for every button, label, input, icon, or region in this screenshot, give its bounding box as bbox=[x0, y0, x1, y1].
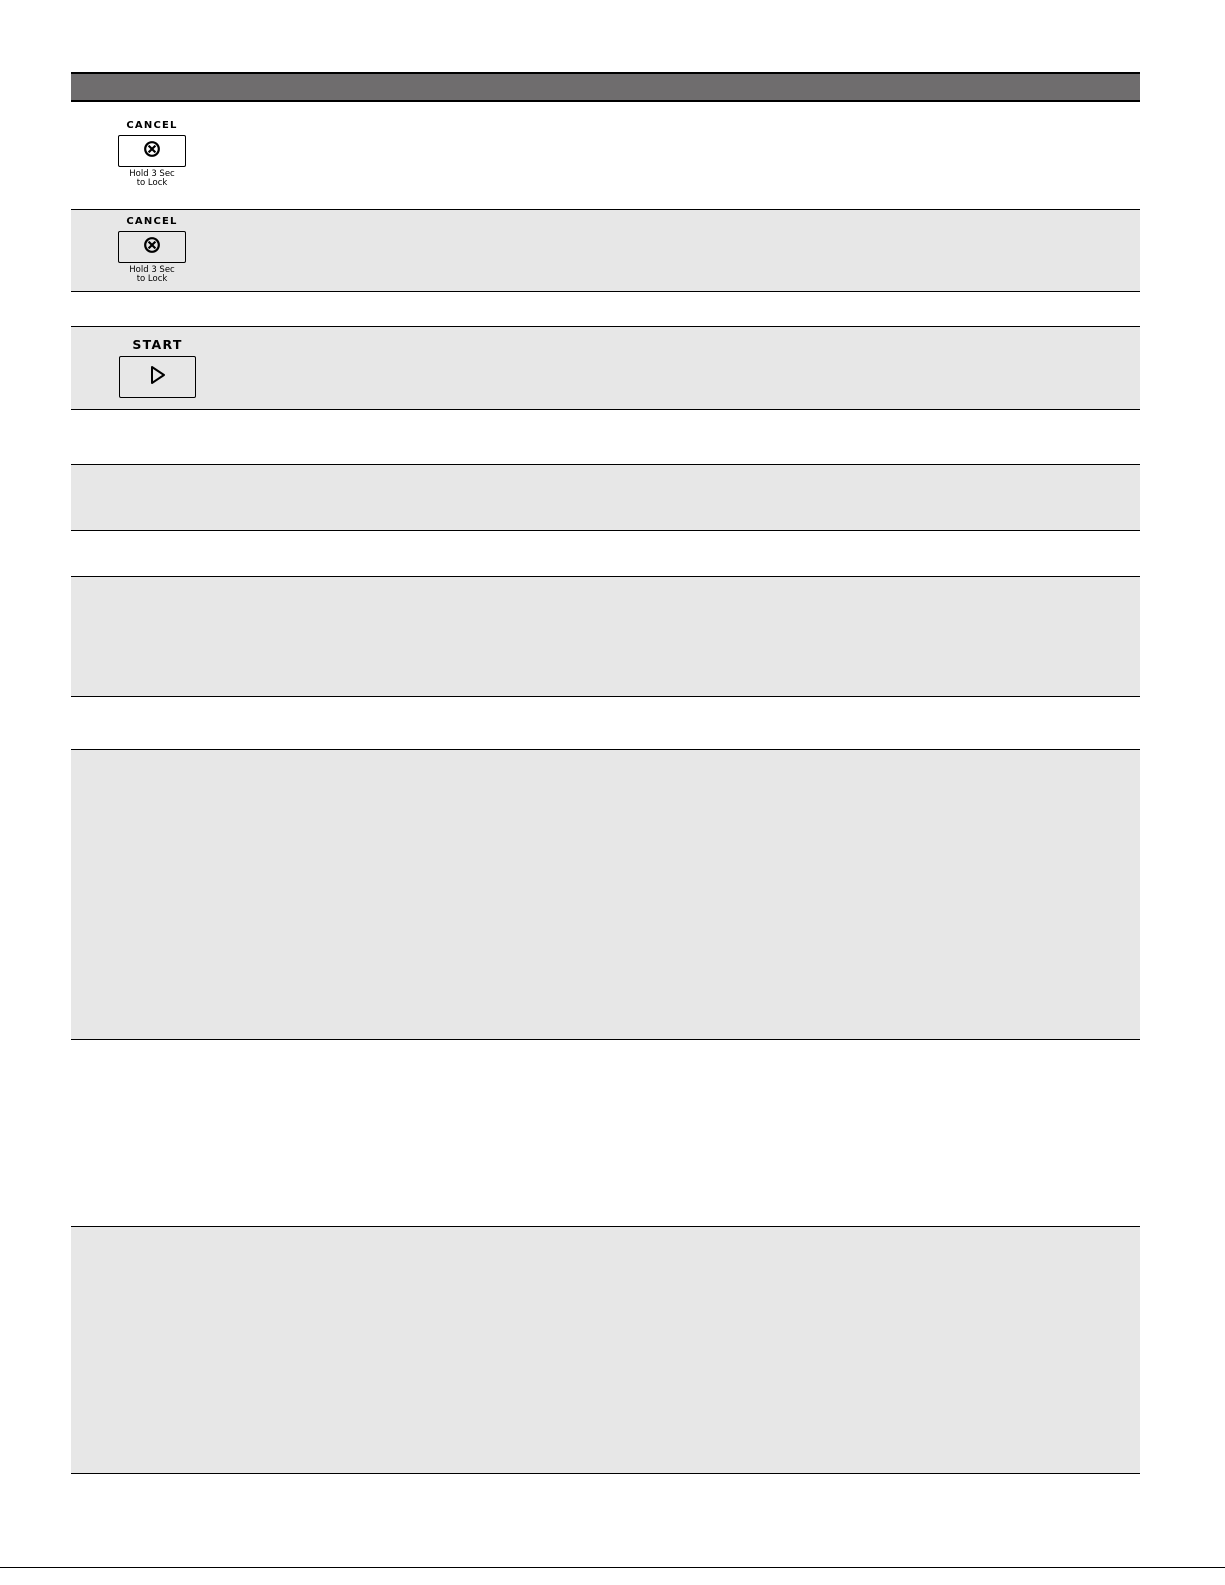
cancel-key: CANCEL Hold 3 Sec to Lock bbox=[118, 216, 186, 284]
table-row bbox=[71, 531, 1140, 577]
start-key-label: START bbox=[132, 337, 183, 352]
table-header-bar bbox=[71, 72, 1140, 102]
table-row-cancel-lock: CANCEL Hold 3 Sec to Lock bbox=[71, 102, 1140, 210]
table-row bbox=[71, 750, 1140, 1040]
table-row bbox=[71, 1040, 1140, 1227]
start-button[interactable] bbox=[119, 356, 196, 398]
table-row bbox=[71, 697, 1140, 750]
cancel-key-label: CANCEL bbox=[126, 216, 178, 227]
table-row-cancel-unlock: CANCEL Hold 3 Sec to Lock bbox=[71, 210, 1140, 292]
table-row bbox=[71, 1227, 1140, 1474]
play-icon bbox=[148, 364, 168, 391]
cancel-button[interactable] bbox=[118, 231, 186, 263]
cancel-button[interactable] bbox=[118, 135, 186, 167]
cancel-key: CANCEL Hold 3 Sec to Lock bbox=[118, 120, 186, 188]
control-panel-table: CANCEL Hold 3 Sec to Lock CANCEL Hold 3 … bbox=[71, 72, 1140, 1474]
cancel-key-caption: Hold 3 Sec to Lock bbox=[129, 169, 175, 188]
cancel-x-icon bbox=[143, 140, 161, 163]
cancel-key-label: CANCEL bbox=[126, 120, 178, 131]
table-row bbox=[71, 465, 1140, 531]
table-row bbox=[71, 410, 1140, 465]
page-footer-rule bbox=[0, 1567, 1225, 1568]
cancel-key-caption: Hold 3 Sec to Lock bbox=[129, 265, 175, 284]
start-key: START bbox=[119, 337, 196, 398]
table-row bbox=[71, 577, 1140, 697]
table-row-start: START bbox=[71, 327, 1140, 410]
table-row bbox=[71, 292, 1140, 327]
cancel-x-icon bbox=[143, 236, 161, 259]
